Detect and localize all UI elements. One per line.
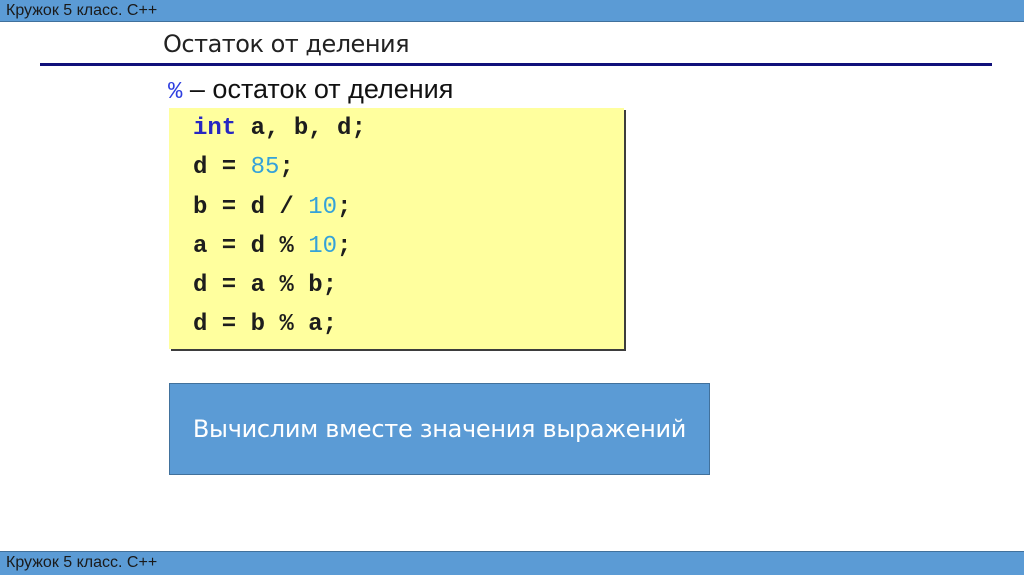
header-bar: Кружок 5 класс. С++ (0, 0, 1024, 22)
footer-bar: Кружок 5 класс. С++ (0, 551, 1024, 575)
code-token: d = b % a; (193, 311, 338, 338)
code-token: d = (193, 154, 251, 181)
code-block: int a, b, d; d = 85; b = d / 10; a = d % 10… (169, 108, 624, 349)
code-line: d = a % b; (193, 271, 337, 301)
code-token: a = d % (193, 233, 309, 260)
code-keyword: int (193, 115, 237, 142)
code-number: 10 (308, 194, 338, 221)
code-token: b = d / (193, 194, 309, 221)
code-line: a = d % 10; (193, 232, 351, 262)
code-token: ; (337, 233, 352, 260)
code-token: ; (279, 154, 294, 181)
code-token: ; (337, 194, 352, 221)
code-line: d = b % a; (193, 310, 337, 340)
modulo-operator: % (168, 79, 183, 106)
code-token: d = a % b; (193, 272, 338, 299)
footer-text: Кружок 5 класс. С++ (6, 554, 158, 571)
code-token: a, b, d; (236, 115, 366, 142)
code-line: int a, b, d; (193, 114, 366, 144)
subtitle-text: – остаток от деления (182, 74, 454, 104)
code-line: b = d / 10; (193, 193, 351, 223)
code-number: 85 (250, 154, 280, 181)
slide-title: Остаток от деления (163, 30, 410, 58)
calculate-together-button[interactable]: Вычислим вместе значения выражений (169, 383, 710, 475)
slide-subtitle: % – остаток от деления (168, 72, 453, 110)
code-number: 10 (308, 233, 338, 260)
code-line: d = 85; (193, 153, 294, 183)
title-underline (40, 63, 992, 66)
header-text: Кружок 5 класс. С++ (6, 2, 158, 19)
